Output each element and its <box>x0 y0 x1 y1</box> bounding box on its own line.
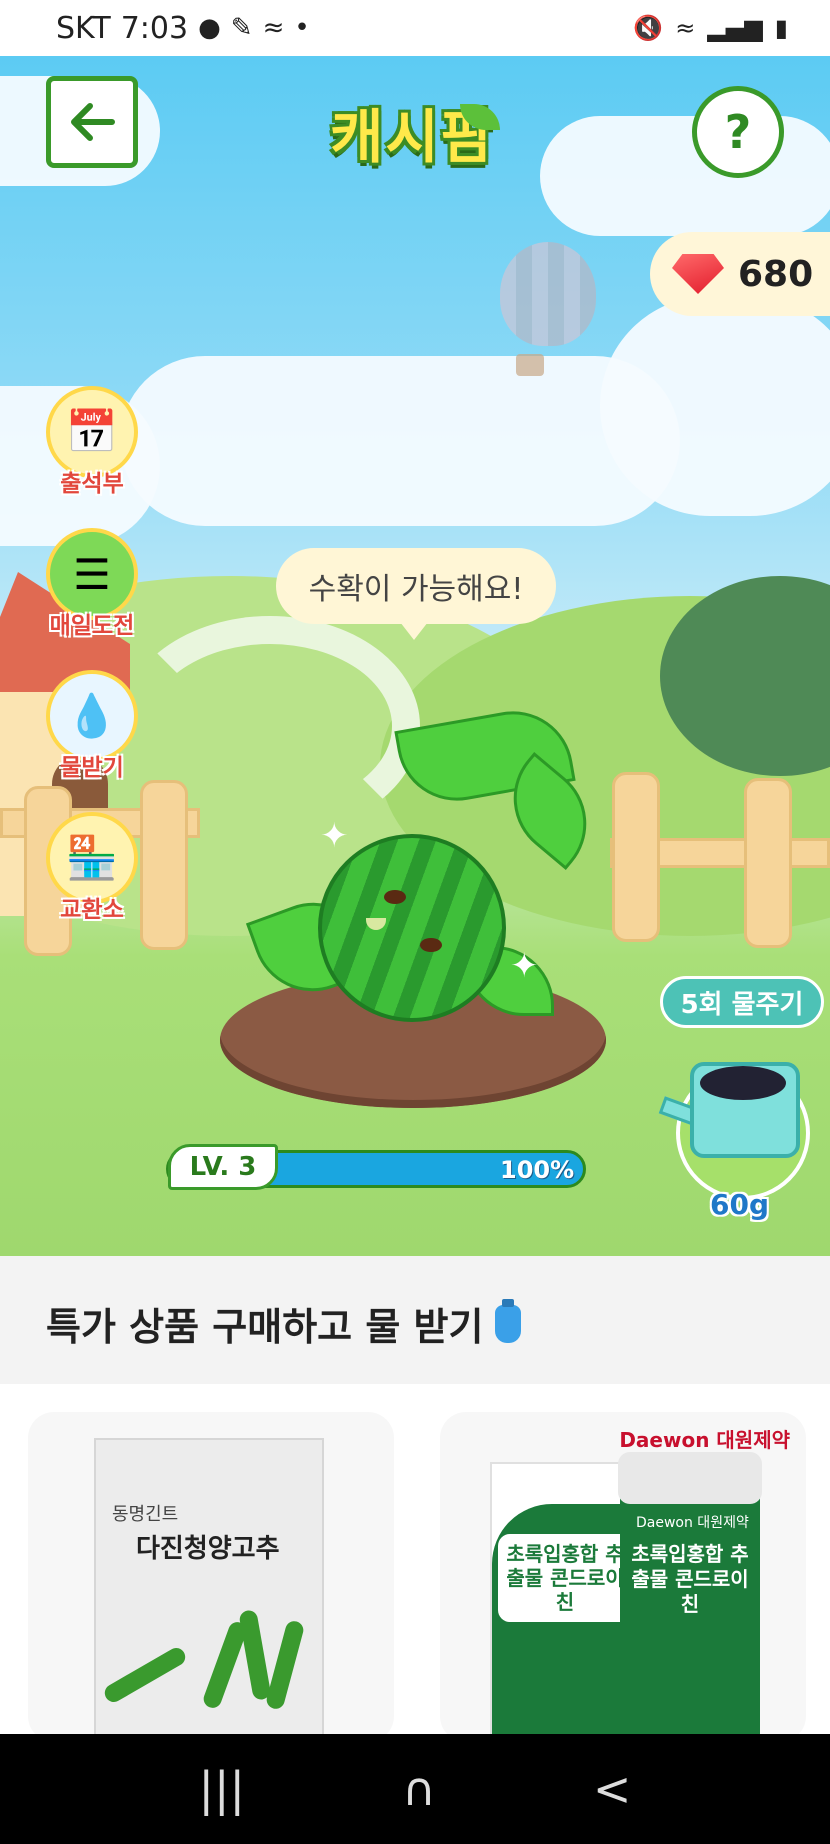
recent-apps-button[interactable]: ||| <box>199 1762 246 1816</box>
menu-get-water-label: 물받기 <box>60 755 124 781</box>
menu-daily-challenge[interactable]: ☰ 매일도전 <box>44 528 140 640</box>
menu-exchange-label: 교환소 <box>60 897 124 923</box>
water-amount: 60g <box>710 1188 770 1221</box>
product-pack-brand: 동명긴트 <box>112 1504 179 1525</box>
level-progress-text: 100% <box>500 1156 575 1184</box>
box-title: 초록입홍합 추출물 콘드로이친 <box>498 1534 632 1622</box>
help-button[interactable]: ? <box>692 86 784 178</box>
signal-icon: ▂▄▆ <box>707 14 763 42</box>
speech-bubble-tail <box>400 622 428 640</box>
shop-title-text: 특가 상품 구매하고 물 받기 <box>46 1305 484 1349</box>
sparkle-icon: ✦ <box>320 816 349 856</box>
pepper <box>238 1609 272 1701</box>
watering-can-opening <box>700 1066 786 1100</box>
water-times-button[interactable]: 5회 물주기 <box>660 976 824 1028</box>
menu-daily-challenge-label: 매일도전 <box>49 613 135 639</box>
app-logo: 캐시팜 <box>330 103 497 171</box>
pepper <box>101 1644 189 1706</box>
cloud <box>120 356 680 526</box>
menu-get-water[interactable]: 💧 물받기 <box>44 670 140 782</box>
home-button[interactable]: ∩ <box>402 1762 436 1816</box>
ruby-icon <box>672 254 724 294</box>
product-box: 초록입홍합 추출물 콘드로이친 <box>490 1462 640 1742</box>
dot-icon: • <box>294 13 310 43</box>
sparkle-icon: ✦ <box>510 946 539 986</box>
fence-post <box>612 772 660 942</box>
farm-scene: 캐시팜 ? 680 📅 출석부 ☰ 매일도전 💧 물받기 🏪 교환소 수확이 가… <box>0 56 830 1256</box>
menu-exchange[interactable]: 🏪 교환소 <box>44 812 140 924</box>
fence-post <box>744 778 792 948</box>
carrier-label: SKT <box>56 10 111 46</box>
mute-icon: 🔇 <box>633 14 664 42</box>
hot-air-balloon <box>500 242 596 346</box>
level-badge: LV. 3 <box>168 1144 278 1190</box>
product-pack-name: 다진청양고추 <box>136 1534 280 1564</box>
menu-attendance-label: 출석부 <box>60 471 124 497</box>
balloon-basket <box>516 354 544 376</box>
jar-title: 초록입홍합 추출물 콘드로이친 <box>631 1542 749 1616</box>
speech-bubble: 수확이 가능해요! <box>276 548 556 624</box>
product-image-pepper: 다진청양고추 동명긴트 <box>94 1438 324 1738</box>
wifi-icon: ≈ <box>675 14 696 42</box>
system-navbar: ||| ∩ < <box>0 1734 830 1844</box>
pen-icon: ✎ <box>230 13 253 43</box>
product-brand: Daewon 대원제약 <box>619 1428 790 1452</box>
battery-icon: ▮ <box>774 14 788 42</box>
water-bottle-icon <box>495 1298 522 1343</box>
cloud <box>540 116 830 236</box>
gem-count: 680 <box>738 253 814 295</box>
shop-section: 특가 상품 구매하고 물 받기 다진청양고추 동명긴트 Daewon 대원제약 … <box>0 1256 830 1742</box>
menu-attendance[interactable]: 📅 출석부 <box>44 386 140 498</box>
nav-back-button[interactable]: < <box>593 1762 632 1816</box>
shop-title: 특가 상품 구매하고 물 받기 <box>46 1296 522 1351</box>
pepper <box>264 1619 306 1711</box>
watermelon-mouth <box>366 918 386 930</box>
jar-cap <box>618 1452 762 1504</box>
jar-brand: Daewon 대원제약 <box>636 1515 749 1531</box>
arrow-left-icon <box>71 103 115 141</box>
watermelon-eye <box>420 938 442 952</box>
product-card[interactable]: 다진청양고추 동명긴트 <box>28 1412 394 1742</box>
cloud <box>600 296 830 516</box>
watermelon-character[interactable] <box>318 834 506 1022</box>
back-button[interactable] <box>46 76 138 168</box>
product-card[interactable]: Daewon 대원제약 초록입홍합 추출물 콘드로이친 Daewon 대원제약 … <box>440 1412 806 1742</box>
gem-balance[interactable]: 680 <box>650 232 830 316</box>
mustache-icon: ≈ <box>262 13 285 43</box>
fence-post <box>140 780 188 950</box>
watermelon-eye <box>384 890 406 904</box>
clock: 7:03 <box>120 10 189 46</box>
product-list: 다진청양고추 동명긴트 Daewon 대원제약 초록입홍합 추출물 콘드로이친 … <box>0 1384 830 1742</box>
status-bar: SKT 7:03 ● ✎ ≈ • 🔇 ≈ ▂▄▆ ▮ <box>0 0 830 56</box>
messenger-icon: ● <box>198 13 221 43</box>
